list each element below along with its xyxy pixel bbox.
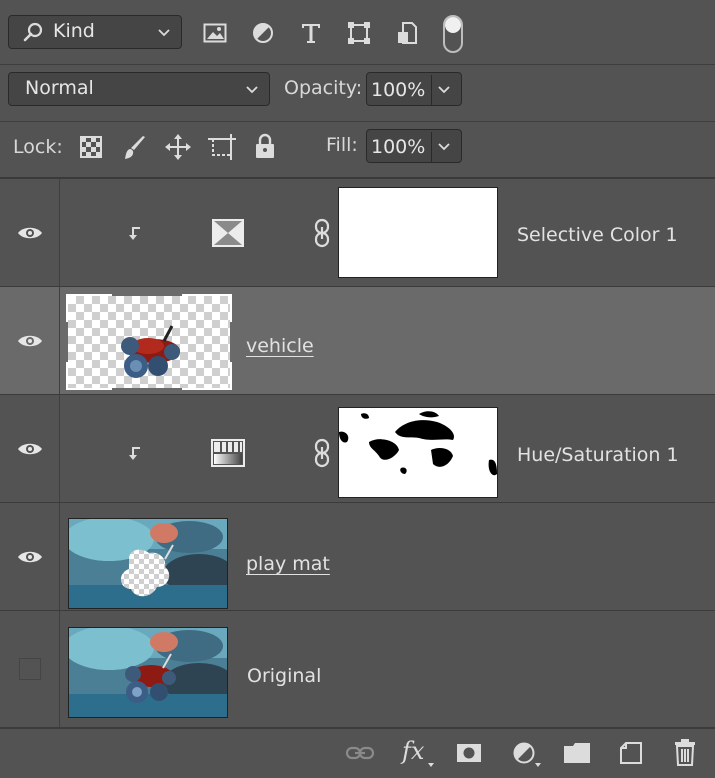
layer-name[interactable]: Hue/Saturation 1 xyxy=(517,444,679,466)
blend-mode-value: Normal xyxy=(25,77,94,99)
visibility-toggle[interactable] xyxy=(0,287,60,394)
link-layers-icon[interactable] xyxy=(344,739,376,767)
add-layer-style-button[interactable]: fx xyxy=(402,737,424,765)
visibility-toggle[interactable] xyxy=(0,611,60,727)
type-layer-filter-icon[interactable] xyxy=(298,20,324,46)
kind-filter-select[interactable]: Kind xyxy=(8,15,182,49)
mask-image xyxy=(339,411,497,476)
delete-layer-trash-icon[interactable] xyxy=(670,737,700,767)
chain-link-icon[interactable] xyxy=(310,437,334,469)
play-mat-image xyxy=(69,519,227,608)
lock-image-pixels-brush-icon[interactable] xyxy=(122,134,148,162)
fill-label: Fill: xyxy=(326,134,358,156)
opacity-value[interactable]: 100% xyxy=(371,79,425,101)
lock-transparent-pixels-icon[interactable] xyxy=(78,134,104,160)
visibility-toggle[interactable] xyxy=(0,395,60,502)
thumbnail-frame-gap xyxy=(230,322,232,362)
hue-saturation-adjustment-icon[interactable] xyxy=(210,437,246,469)
add-layer-mask-icon[interactable] xyxy=(454,739,484,767)
filter-toggle-switch[interactable] xyxy=(440,14,466,54)
search-icon xyxy=(23,21,45,48)
layer-name[interactable]: Selective Color 1 xyxy=(517,224,678,246)
filter-row: Kind xyxy=(0,0,715,64)
layer-thumbnail[interactable] xyxy=(68,518,228,609)
eye-icon[interactable] xyxy=(17,225,43,241)
smart-object-filter-icon[interactable] xyxy=(394,20,420,46)
layer-mask-thumbnail[interactable] xyxy=(338,187,498,278)
caret-down-icon xyxy=(428,763,434,767)
blend-mode-select[interactable]: Normal xyxy=(8,72,270,106)
eye-icon[interactable] xyxy=(17,441,43,457)
opacity-field[interactable]: 100% xyxy=(366,72,462,106)
chevron-down-icon[interactable] xyxy=(437,78,451,100)
divider xyxy=(431,132,432,162)
chevron-down-icon xyxy=(245,78,259,100)
layer-row-vehicle[interactable]: vehicle xyxy=(0,287,715,395)
eye-icon[interactable] xyxy=(17,333,43,349)
lock-label: Lock: xyxy=(13,136,63,158)
lock-position-move-icon[interactable] xyxy=(164,133,192,161)
pixel-layer-filter-icon[interactable] xyxy=(202,20,228,46)
chain-link-icon[interactable] xyxy=(310,217,334,249)
visibility-toggle[interactable] xyxy=(0,179,60,286)
layer-row-original[interactable]: Original xyxy=(0,611,715,728)
chevron-down-icon xyxy=(157,21,171,43)
fill-field[interactable]: 100% xyxy=(366,129,462,163)
blend-row: Normal Opacity: 100% xyxy=(0,65,715,121)
vehicle-image xyxy=(121,325,180,378)
visibility-toggle[interactable] xyxy=(0,503,60,610)
layer-name[interactable]: play mat xyxy=(246,553,330,575)
new-layer-icon[interactable] xyxy=(616,739,646,767)
thumbnail-frame-gap xyxy=(112,294,182,296)
layer-thumbnail[interactable] xyxy=(66,294,232,390)
lock-row: Lock: Fill: 100% xyxy=(0,122,715,178)
clipping-arrow-icon xyxy=(126,443,144,463)
caret-down-icon xyxy=(535,763,541,767)
thumbnail-frame-gap xyxy=(66,322,68,362)
layer-row-hue-saturation[interactable]: Hue/Saturation 1 xyxy=(0,395,715,503)
fill-value[interactable]: 100% xyxy=(371,136,425,158)
adjustment-layer-filter-icon[interactable] xyxy=(250,20,276,46)
visibility-checkbox[interactable] xyxy=(18,658,41,680)
shape-layer-filter-icon[interactable] xyxy=(346,20,372,46)
thumbnail-frame-gap xyxy=(112,388,182,390)
new-group-folder-icon[interactable] xyxy=(562,739,592,767)
layer-row-play-mat[interactable]: play mat xyxy=(0,503,715,611)
layer-row-selective-color[interactable]: Selective Color 1 xyxy=(0,179,715,287)
layer-thumbnail[interactable] xyxy=(68,627,228,718)
original-image xyxy=(69,628,227,717)
layers-bottom-toolbar: fx xyxy=(0,728,715,778)
chevron-down-icon[interactable] xyxy=(437,135,451,157)
lock-artboard-icon[interactable] xyxy=(207,133,237,161)
lock-all-padlock-icon[interactable] xyxy=(252,132,278,160)
opacity-label: Opacity: xyxy=(284,77,363,99)
clipping-arrow-icon xyxy=(126,223,144,243)
divider xyxy=(431,75,432,105)
eye-icon[interactable] xyxy=(17,549,43,565)
layer-name[interactable]: vehicle xyxy=(246,335,314,357)
kind-filter-label: Kind xyxy=(53,20,95,42)
layer-name[interactable]: Original xyxy=(247,665,321,687)
selective-color-adjustment-icon[interactable] xyxy=(210,217,246,249)
layer-mask-thumbnail[interactable] xyxy=(338,407,498,498)
